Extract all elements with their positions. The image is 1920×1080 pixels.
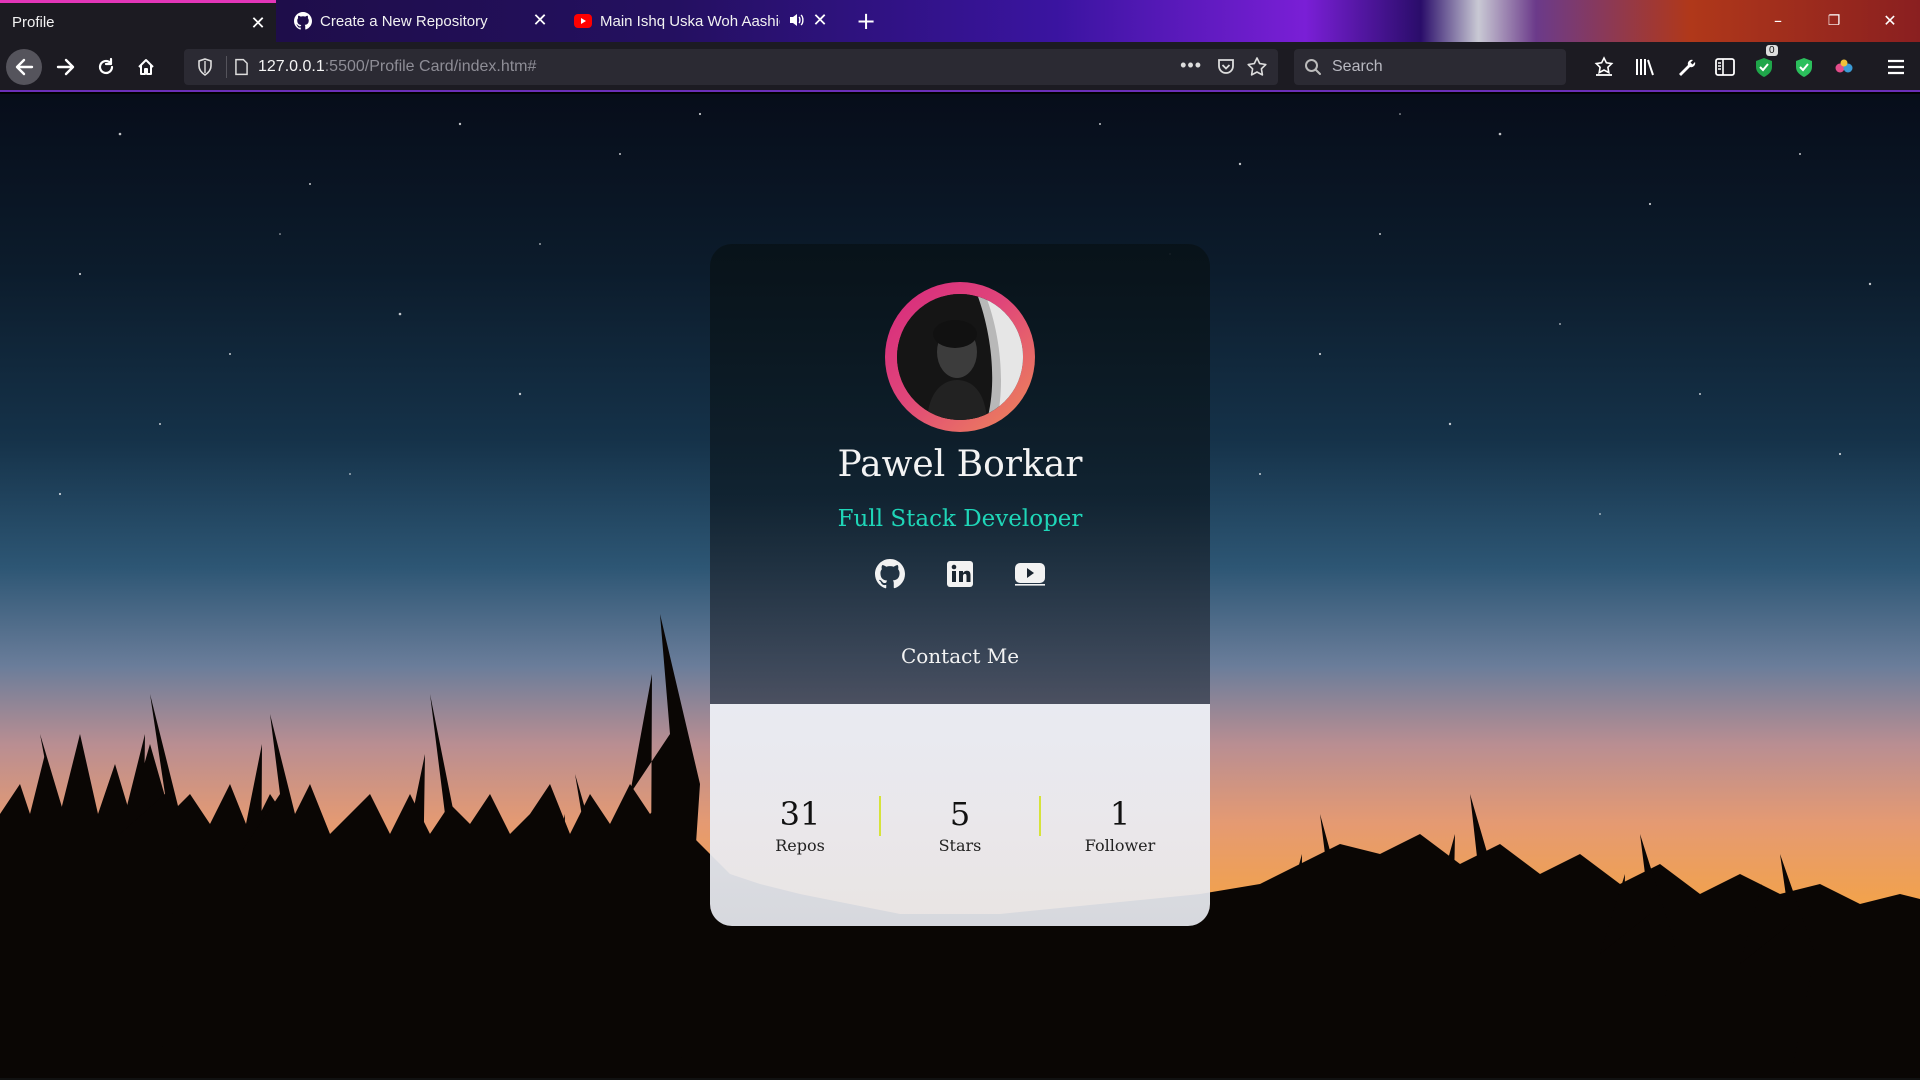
tab-label: Create a New Repository <box>320 12 488 30</box>
stat-label: Stars <box>938 836 982 855</box>
url-bar[interactable]: 127.0.0.1:5500/Profile Card/index.htm# •… <box>184 49 1278 85</box>
library-icon[interactable] <box>1633 55 1657 79</box>
bookmark-star-icon[interactable] <box>1246 56 1268 83</box>
tab-label: Profile <box>12 14 55 31</box>
linkedin-icon[interactable] <box>942 556 978 592</box>
social-links <box>710 556 1210 596</box>
github-icon <box>294 12 312 30</box>
profile-card-header: Pawel Borkar Full Stack Developer Contac… <box>710 244 1210 704</box>
restore-button[interactable]: ❐ <box>1814 8 1854 34</box>
stat-repos: 31 Repos <box>720 794 880 855</box>
tab-profile[interactable]: Profile ✕ <box>0 0 276 42</box>
shield-icon[interactable] <box>194 56 216 78</box>
speaker-icon[interactable] <box>788 11 806 33</box>
close-tab-icon[interactable]: ✕ <box>812 11 828 29</box>
close-tab-icon[interactable]: ✕ <box>250 14 266 32</box>
profile-role: Full Stack Developer <box>837 506 1083 532</box>
shield-check-extension-icon[interactable]: 0 <box>1752 45 1778 79</box>
home-icon <box>138 59 154 75</box>
sidebar-icon[interactable] <box>1713 55 1737 79</box>
page-viewport: Pawel Borkar Full Stack Developer Contac… <box>0 94 1920 1080</box>
forward-button[interactable] <box>48 49 84 85</box>
tab-bar: Profile ✕ Create a New Repository ✕ Main… <box>0 0 1920 42</box>
arrow-right-icon <box>56 58 75 76</box>
youtube-icon[interactable] <box>1012 556 1048 592</box>
stat-label: Follower <box>1084 836 1156 855</box>
youtube-icon <box>574 12 592 30</box>
avatar <box>897 294 1023 420</box>
page-actions-icon[interactable]: ••• <box>1180 55 1202 76</box>
search-icon <box>1304 58 1322 76</box>
contact-me-button[interactable]: Contact Me <box>870 634 1050 678</box>
tab-label: Main Ishq Uska Woh Aashiq <box>600 12 780 30</box>
minimize-button[interactable]: – <box>1758 8 1798 34</box>
avatar-ring <box>885 282 1035 432</box>
search-bar[interactable]: Search <box>1294 49 1566 85</box>
profile-card: Pawel Borkar Full Stack Developer Contac… <box>710 244 1210 926</box>
stat-value: 31 <box>779 795 821 833</box>
back-button[interactable] <box>6 49 42 85</box>
stat-value: 1 <box>1109 795 1131 833</box>
new-tab-button[interactable]: + <box>846 8 886 34</box>
close-window-button[interactable]: ✕ <box>1870 8 1910 34</box>
search-placeholder: Search <box>1332 58 1383 75</box>
reload-button[interactable] <box>88 49 124 85</box>
colorful-extension-icon[interactable] <box>1832 55 1856 79</box>
extension-badge: 0 <box>1766 45 1778 56</box>
close-tab-icon[interactable]: ✕ <box>532 11 548 29</box>
reload-icon <box>98 57 114 75</box>
url-host: 127.0.0.1 <box>258 58 325 75</box>
tab-create-repository[interactable]: Create a New Repository ✕ <box>282 0 558 42</box>
profile-name: Pawel Borkar <box>837 444 1083 485</box>
reader-list-icon[interactable] <box>1592 55 1616 79</box>
stat-followers: 1 Follower <box>1040 794 1200 855</box>
arrow-left-icon <box>15 58 34 76</box>
profile-stats-panel: 31 Repos 5 Stars 1 Follower <box>710 704 1210 926</box>
stat-label: Repos <box>775 836 825 855</box>
url-path: :5500/Profile Card/index.htm# <box>324 58 537 75</box>
hamburger-menu-icon[interactable] <box>1884 55 1908 79</box>
wrench-icon[interactable] <box>1674 55 1698 79</box>
tab-youtube-song[interactable]: Main Ishq Uska Woh Aashiq ✕ <box>562 0 838 42</box>
pocket-icon[interactable] <box>1216 57 1236 82</box>
adblock-shield-icon[interactable] <box>1792 55 1816 79</box>
page-icon[interactable] <box>226 56 248 78</box>
navigation-toolbar: 127.0.0.1:5500/Profile Card/index.htm# •… <box>0 42 1920 92</box>
portrait-image <box>897 294 1023 420</box>
home-button[interactable] <box>128 49 164 85</box>
stat-value: 5 <box>949 795 971 833</box>
stat-stars: 5 Stars <box>880 794 1040 855</box>
github-icon[interactable] <box>872 556 908 592</box>
